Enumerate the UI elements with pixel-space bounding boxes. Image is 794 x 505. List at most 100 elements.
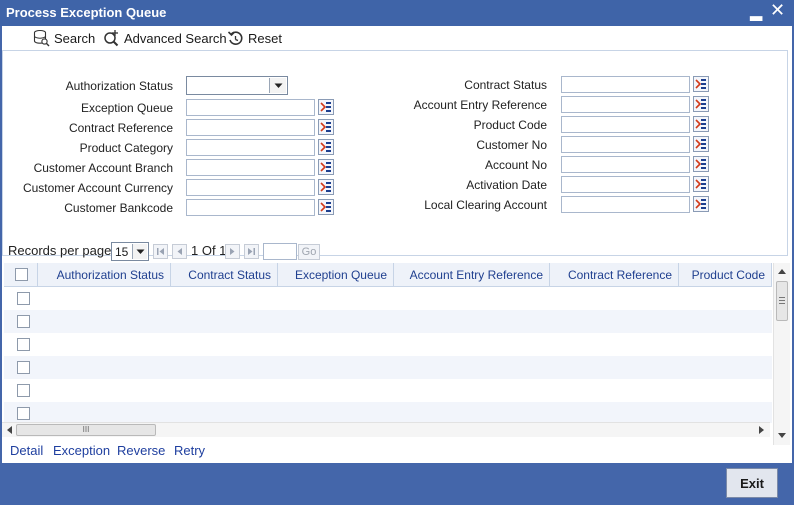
account-no-lov-icon[interactable] [693, 156, 709, 172]
go-button[interactable]: Go [298, 244, 320, 260]
activation-date-lov-icon[interactable] [693, 176, 709, 192]
customer-no-lov-icon[interactable] [693, 136, 709, 152]
contract-reference-label: Contract Reference [68, 121, 173, 135]
search-label: Search [54, 30, 96, 46]
account-entry-reference-input[interactable] [561, 96, 690, 113]
close-icon[interactable]: ✕ [770, 0, 785, 21]
search-button[interactable]: Search [32, 29, 95, 47]
retry-link[interactable]: Retry [174, 443, 205, 458]
column-header-contract-status[interactable]: Contract Status [171, 263, 278, 287]
row-checkbox[interactable] [17, 292, 30, 305]
customer-no-label: Customer No [476, 138, 547, 152]
database-search-icon [33, 29, 50, 47]
records-per-page-select[interactable]: 15 [111, 242, 149, 261]
horizontal-scroll-thumb[interactable]: III [16, 424, 156, 436]
activation-date-input[interactable] [561, 176, 690, 193]
toolbar: Search Advanced Search Reset [2, 26, 792, 50]
table-row [4, 356, 772, 379]
local-clearing-account-label: Local Clearing Account [424, 198, 547, 212]
title-bar: Process Exception Queue ▂ ✕ [0, 0, 794, 26]
previous-page-icon[interactable] [172, 244, 187, 259]
scroll-up-icon[interactable] [778, 268, 786, 274]
advanced-search-icon [104, 30, 119, 47]
customer-bankcode-input[interactable] [186, 199, 315, 216]
table-row [4, 333, 772, 356]
reset-button[interactable]: Reset [227, 29, 282, 47]
action-links: Detail Exception Reverse Retry [2, 439, 792, 463]
product-code-lov-icon[interactable] [693, 116, 709, 132]
exception-queue-input[interactable] [186, 99, 315, 116]
select-all-header [4, 263, 38, 287]
window-title: Process Exception Queue [6, 5, 167, 20]
horizontal-scrollbar[interactable]: III [2, 422, 770, 437]
app-window: Process Exception Queue ▂ ✕ Search Advan… [0, 0, 794, 505]
activation-date-label: Activation Date [466, 178, 547, 192]
scroll-right-icon[interactable] [759, 426, 765, 434]
account-entry-reference-lov-icon[interactable] [693, 96, 709, 112]
contract-reference-input[interactable] [186, 119, 315, 136]
chevron-down-icon [269, 78, 286, 93]
contract-status-input[interactable] [561, 76, 690, 93]
customer-account-branch-input[interactable] [186, 159, 315, 176]
table-row [4, 379, 772, 402]
detail-link[interactable]: Detail [10, 443, 43, 458]
customer-account-currency-input[interactable] [186, 179, 315, 196]
column-header-product-code[interactable]: Product Code [679, 263, 772, 287]
last-page-icon[interactable] [244, 244, 259, 259]
customer-account-branch-label: Customer Account Branch [33, 161, 173, 175]
authorization-status-select[interactable] [186, 76, 288, 95]
first-page-icon[interactable] [153, 244, 168, 259]
product-code-input[interactable] [561, 116, 690, 133]
records-per-page-value: 15 [115, 245, 129, 259]
exception-queue-lov-icon[interactable] [318, 99, 334, 115]
customer-bankcode-lov-icon[interactable] [318, 199, 334, 215]
row-checkbox[interactable] [17, 315, 30, 328]
table-row [4, 402, 772, 423]
results-table: Authorization Status Contract Status Exc… [4, 263, 772, 423]
row-checkbox[interactable] [17, 338, 30, 351]
table-row [4, 310, 772, 333]
chevron-down-icon [132, 244, 147, 259]
local-clearing-account-input[interactable] [561, 196, 690, 213]
reverse-link[interactable]: Reverse [117, 443, 165, 458]
contract-status-label: Contract Status [464, 78, 547, 92]
account-no-input[interactable] [561, 156, 690, 173]
exception-link[interactable]: Exception [53, 443, 110, 458]
scroll-left-icon[interactable] [6, 426, 12, 434]
table-row [4, 287, 772, 310]
customer-account-currency-lov-icon[interactable] [318, 179, 334, 195]
column-header-contract-reference[interactable]: Contract Reference [550, 263, 679, 287]
product-code-label: Product Code [473, 118, 547, 132]
contract-status-lov-icon[interactable] [693, 76, 709, 92]
column-header-account-entry-reference[interactable]: Account Entry Reference [394, 263, 550, 287]
reset-label: Reset [248, 30, 282, 46]
customer-bankcode-label: Customer Bankcode [64, 201, 173, 215]
contract-reference-lov-icon[interactable] [318, 119, 334, 135]
product-category-input[interactable] [186, 139, 315, 156]
row-checkbox[interactable] [17, 407, 30, 420]
product-category-lov-icon[interactable] [318, 139, 334, 155]
account-no-label: Account No [484, 158, 547, 172]
exit-button[interactable]: Exit [726, 468, 778, 498]
pagination-bar: Records per page 15 1 Of 1 Go [2, 240, 792, 262]
next-page-icon[interactable] [225, 244, 240, 259]
vertical-scrollbar[interactable] [773, 263, 790, 445]
customer-no-input[interactable] [561, 136, 690, 153]
column-header-exception-queue[interactable]: Exception Queue [278, 263, 394, 287]
reset-icon [227, 30, 243, 45]
customer-account-currency-label: Customer Account Currency [22, 181, 173, 195]
row-checkbox[interactable] [17, 384, 30, 397]
authorization-status-label: Authorization Status [65, 79, 173, 93]
page-number-input[interactable] [263, 243, 297, 260]
select-all-checkbox[interactable] [15, 268, 28, 281]
exception-queue-label: Exception Queue [80, 101, 173, 115]
advanced-search-button[interactable]: Advanced Search [102, 29, 227, 47]
minimize-icon[interactable]: ▂ [750, 2, 762, 22]
search-criteria-panel: Authorization Status Exception Queue Con… [2, 50, 788, 256]
column-header-authorization-status[interactable]: Authorization Status [38, 263, 171, 287]
vertical-scroll-thumb[interactable] [776, 281, 788, 321]
local-clearing-account-lov-icon[interactable] [693, 196, 709, 212]
customer-account-branch-lov-icon[interactable] [318, 159, 334, 175]
row-checkbox[interactable] [17, 361, 30, 374]
account-entry-reference-label: Account Entry Reference [413, 98, 547, 112]
